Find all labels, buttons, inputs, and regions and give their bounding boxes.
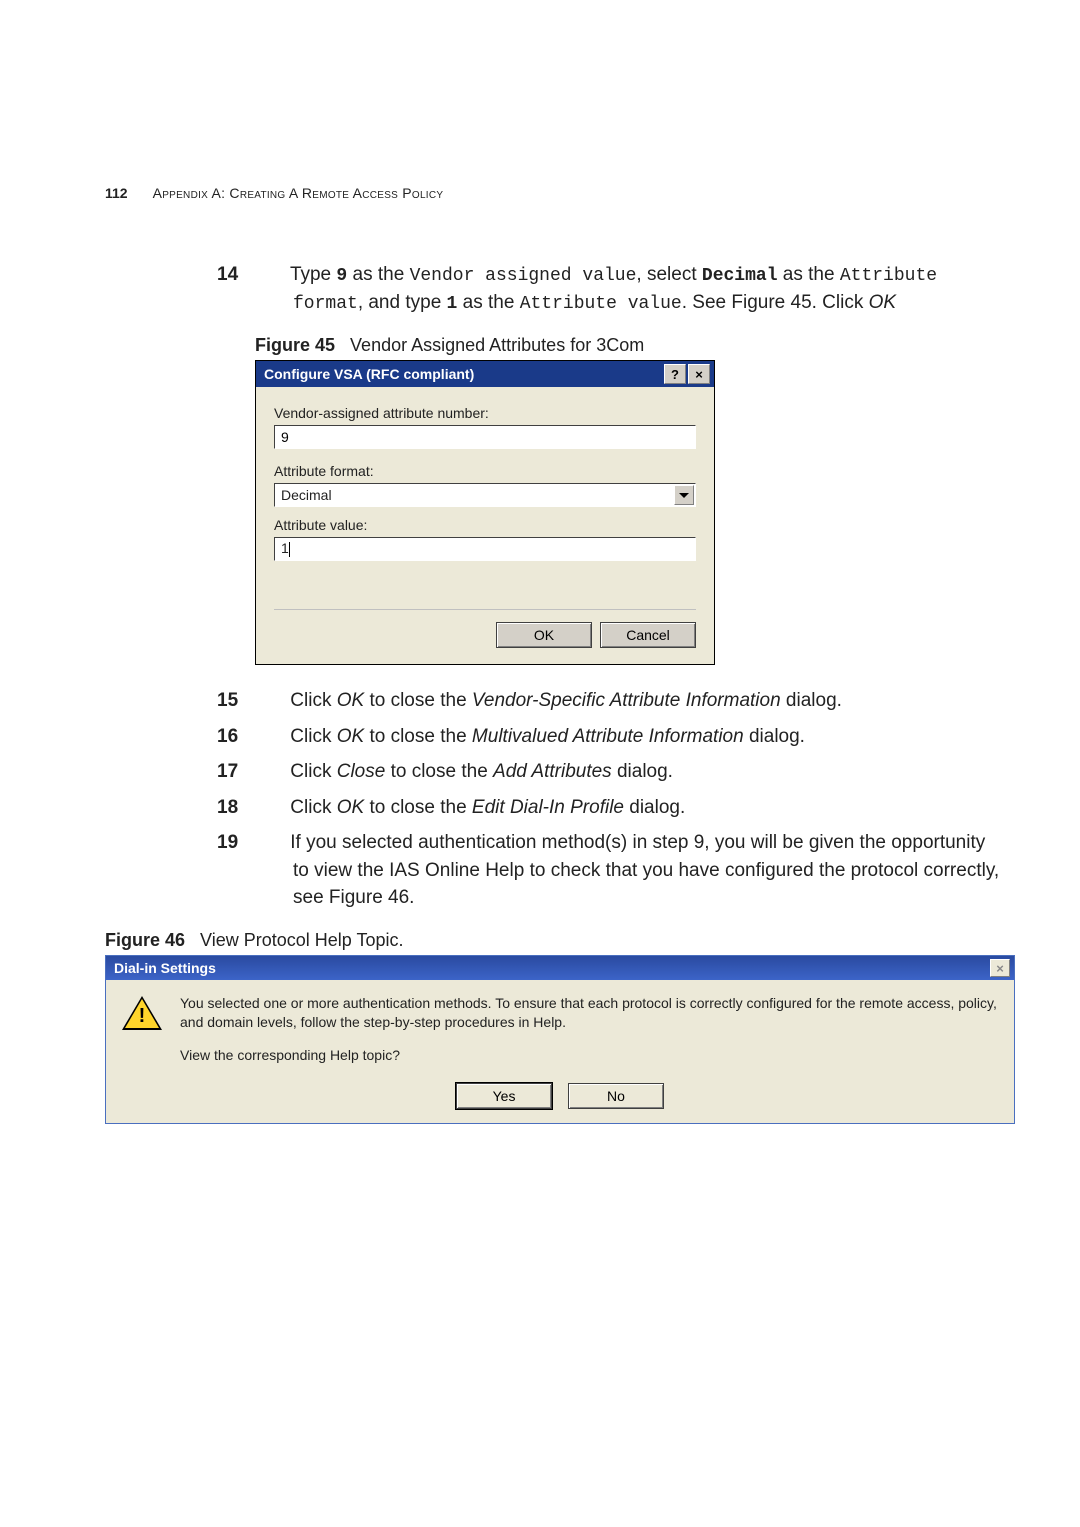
step-15: 15 Click OK to close the Vendor-Specific…	[255, 687, 1000, 715]
help-icon[interactable]: ?	[664, 364, 686, 384]
figure-45-caption: Figure 45 Vendor Assigned Attributes for…	[255, 335, 1000, 356]
step-number: 18	[255, 794, 285, 822]
dialog-title: Dial-in Settings	[114, 960, 216, 976]
dialog-message: You selected one or more authentication …	[180, 994, 998, 1065]
step-number: 15	[255, 687, 285, 715]
warning-icon: !	[122, 996, 162, 1032]
step-number: 16	[255, 723, 285, 751]
cancel-button[interactable]: Cancel	[600, 622, 696, 648]
step-number: 14	[255, 261, 285, 289]
dialog-titlebar[interactable]: Dial-in Settings ×	[106, 956, 1014, 980]
vendor-number-label: Vendor-assigned attribute number:	[274, 405, 696, 421]
step-17: 17 Click Close to close the Add Attribut…	[255, 758, 1000, 786]
step-text: Type 9 as the Vendor assigned value, sel…	[290, 264, 937, 313]
attribute-value-label: Attribute value:	[274, 517, 696, 533]
close-icon[interactable]: ×	[990, 959, 1010, 977]
combo-value: Decimal	[281, 487, 673, 503]
attribute-format-label: Attribute format:	[274, 463, 696, 479]
no-button[interactable]: No	[568, 1083, 664, 1109]
attribute-value-input[interactable]: 1	[274, 537, 696, 561]
step-18: 18 Click OK to close the Edit Dial-In Pr…	[255, 794, 1000, 822]
attribute-format-combo[interactable]: Decimal	[274, 483, 696, 507]
page-number: 112	[105, 185, 128, 201]
figure-46-caption: Figure 46 View Protocol Help Topic.	[105, 930, 1020, 951]
step-14: 14 Type 9 as the Vendor assigned value, …	[255, 261, 1000, 317]
step-16: 16 Click OK to close the Multivalued Att…	[255, 723, 1000, 751]
configure-vsa-dialog: Configure VSA (RFC compliant) ? × Vendor…	[255, 360, 715, 665]
chevron-down-icon[interactable]	[674, 485, 694, 505]
ok-button[interactable]: OK	[496, 622, 592, 648]
close-icon[interactable]: ×	[688, 364, 710, 384]
step-number: 19	[255, 829, 285, 857]
step-text: If you selected authentication method(s)…	[290, 832, 999, 908]
page-header: 112 Appendix A: Creating A Remote Access…	[105, 185, 1020, 201]
step-number: 17	[255, 758, 285, 786]
yes-button[interactable]: Yes	[456, 1083, 552, 1109]
appendix-title: Appendix A: Creating A Remote Access Pol…	[153, 185, 444, 201]
vendor-number-input[interactable]	[274, 425, 696, 449]
dial-in-settings-dialog: Dial-in Settings × ! You selected one or…	[105, 955, 1015, 1124]
dialog-titlebar[interactable]: Configure VSA (RFC compliant) ? ×	[256, 361, 714, 387]
dialog-title: Configure VSA (RFC compliant)	[264, 366, 474, 382]
step-19: 19 If you selected authentication method…	[255, 829, 1000, 912]
